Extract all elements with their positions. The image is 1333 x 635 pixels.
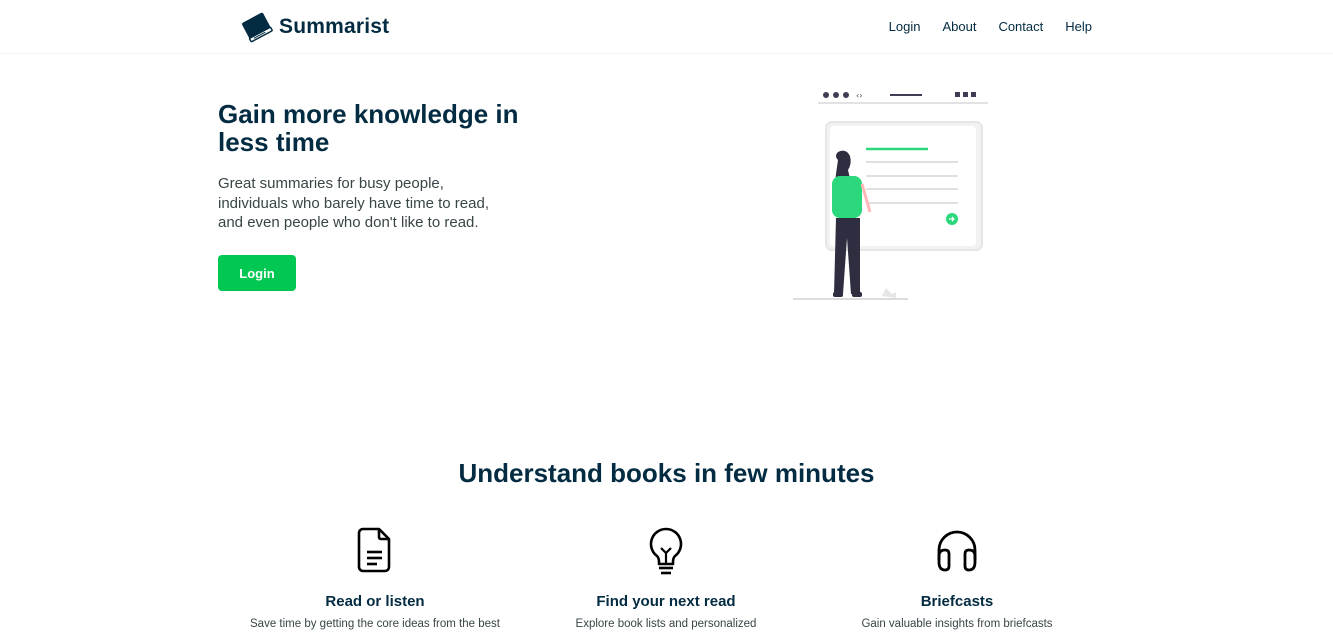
- feature-title: Briefcasts: [920, 593, 994, 610]
- book-icon: [242, 12, 273, 43]
- feature-description: Explore book lists and personalized: [575, 618, 757, 630]
- feature-description: Gain valuable insights from briefcasts: [861, 618, 1053, 630]
- headphones-icon: [937, 530, 977, 572]
- nav-login-link[interactable]: Login: [889, 19, 921, 34]
- lightbulb-icon: [649, 527, 683, 575]
- feature-description: Save time by getting the core ideas from…: [250, 618, 500, 630]
- svg-text:‹›: ‹›: [856, 91, 862, 100]
- nav-help-link[interactable]: Help: [1065, 19, 1092, 34]
- hero-subtitle-line: and even people who don't like to read.: [218, 214, 479, 231]
- navbar: Summarist Login About Contact Help: [0, 0, 1333, 54]
- hero-illustration: ‹›: [793, 91, 988, 300]
- nav-links: Login About Contact Help: [889, 19, 1092, 34]
- nav-about-link[interactable]: About: [942, 19, 976, 34]
- hero-title: Gain more knowledge in less time: [218, 99, 519, 157]
- hero-login-button[interactable]: Login: [218, 255, 296, 291]
- feature-find-next-read: Find your next read Explore book lists a…: [516, 526, 816, 630]
- brand-name: Summarist: [279, 15, 390, 38]
- feature-briefcasts: Briefcasts Gain valuable insights from b…: [807, 526, 1107, 630]
- nav-contact-link[interactable]: Contact: [998, 19, 1043, 34]
- brand-logo[interactable]: Summarist: [240, 10, 389, 44]
- hero-subtitle-line: Great summaries for busy people,: [218, 175, 444, 192]
- feature-title: Read or listen: [325, 593, 425, 610]
- hero-subtitle: Great summaries for busy people, individ…: [218, 174, 518, 233]
- hero-subtitle-line: individuals who barely have time to read…: [218, 194, 489, 212]
- feature-title: Find your next read: [596, 593, 736, 610]
- features-title: Understand books in few minutes: [458, 458, 875, 488]
- document-icon: [357, 527, 391, 573]
- feature-read-or-listen: Read or listen Save time by getting the …: [225, 526, 525, 630]
